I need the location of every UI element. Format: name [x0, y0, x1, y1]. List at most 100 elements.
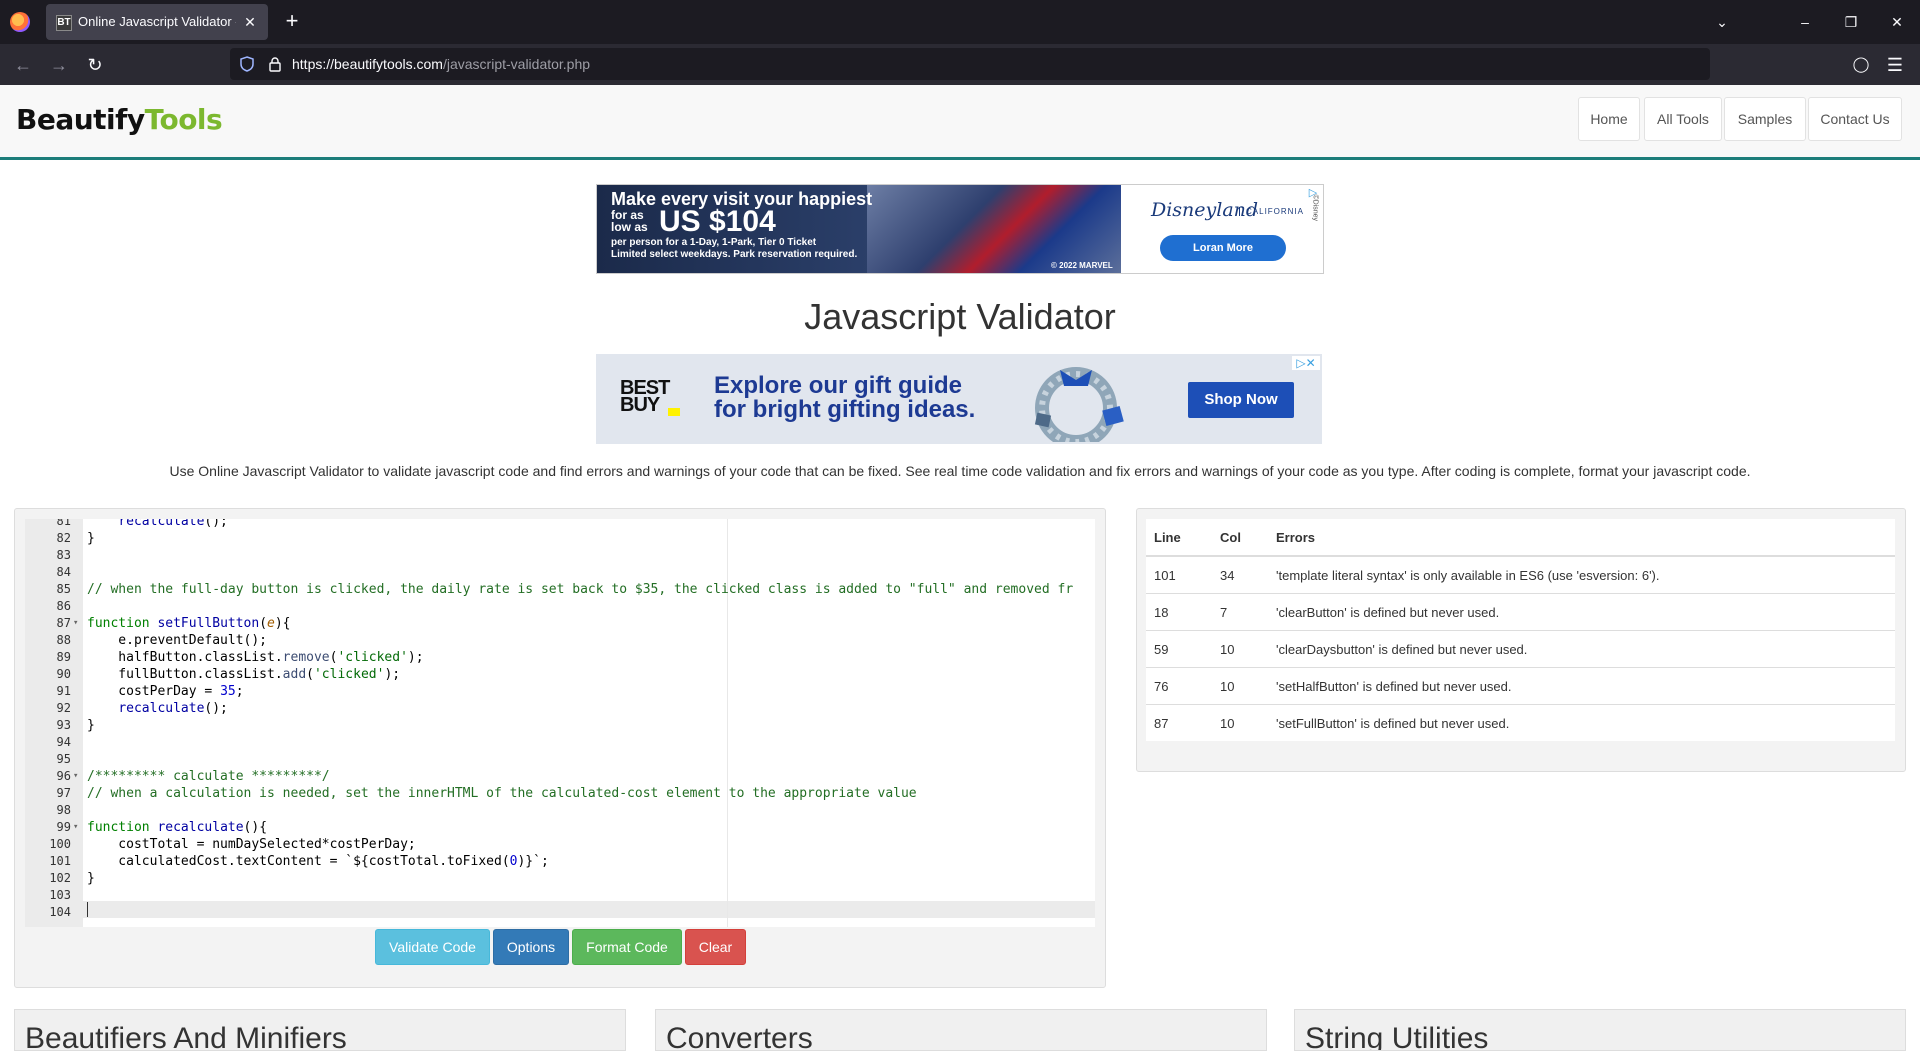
options-button[interactable]: Options	[493, 929, 569, 965]
ad-right-panel: Disneyland CALIFORNIA Loran More ©Disney	[1121, 185, 1323, 273]
code-line[interactable]: 100 costTotal = numDaySelected*costPerDa…	[25, 836, 1095, 853]
url-bar[interactable]: https://beautifytools.com/javascript-val…	[230, 48, 1710, 80]
code-line[interactable]: 88 e.preventDefault();	[25, 632, 1095, 649]
fold-toggle-icon[interactable]: ▾	[73, 819, 81, 836]
code-line[interactable]: 92 recalculate();	[25, 700, 1095, 717]
table-row[interactable]: 101 34 'template literal syntax' is only…	[1146, 555, 1895, 594]
code-line[interactable]: 85 // when the full-day button is clicked…	[25, 581, 1095, 598]
line-number: 94	[56, 735, 71, 749]
code-line[interactable]: 93}	[25, 717, 1095, 734]
lock-icon[interactable]	[268, 56, 282, 72]
close-tab-icon[interactable]: ✕	[240, 12, 260, 32]
shop-now-button[interactable]: Shop Now	[1188, 382, 1294, 418]
ad-choices-icon[interactable]: ▷	[1307, 187, 1319, 199]
disneyland-ad-banner[interactable]: Make every visit your happiest for as lo…	[596, 184, 1324, 274]
code-line[interactable]: 103	[25, 887, 1095, 904]
code-line[interactable]: 90 fullButton.classList.add('clicked');	[25, 666, 1095, 683]
error-col: 34	[1212, 555, 1268, 594]
ad-close-icon[interactable]: ▷✕	[1292, 356, 1320, 370]
site-logo[interactable]: BeautifyTools	[16, 103, 223, 136]
browser-tab[interactable]: BT Online Javascript Validator - Be ✕	[46, 4, 268, 40]
firefox-icon[interactable]	[10, 12, 30, 32]
code-line[interactable]: 94	[25, 734, 1095, 751]
line-number: 98	[56, 803, 71, 817]
new-tab-icon[interactable]: +	[280, 10, 304, 34]
format-code-button[interactable]: Format Code	[572, 929, 682, 965]
line-number: 99	[56, 820, 71, 834]
ad-region: CALIFORNIA	[1239, 207, 1304, 216]
table-row[interactable]: 18 7 'clearButton' is defined but never …	[1146, 593, 1895, 631]
favicon-icon: BT	[56, 15, 72, 31]
logo-part2: Tools	[144, 103, 223, 136]
error-line: 76	[1146, 667, 1212, 705]
table-row[interactable]: 87 10 'setFullButton' is defined but nev…	[1146, 704, 1895, 741]
card-string-utilities: String Utilities	[1294, 1009, 1906, 1051]
text-cursor	[87, 902, 88, 917]
table-row[interactable]: 76 10 'setHalfButton' is defined but nev…	[1146, 667, 1895, 705]
back-icon[interactable]: ←	[10, 52, 36, 78]
pocket-icon[interactable]: ◯	[1848, 52, 1874, 78]
code-line[interactable]: 95	[25, 751, 1095, 768]
minimize-icon[interactable]: –	[1782, 0, 1828, 44]
error-message: 'setFullButton' is defined but never use…	[1268, 704, 1895, 741]
code-line[interactable]: 83	[25, 547, 1095, 564]
line-number: 102	[49, 871, 71, 885]
close-window-icon[interactable]: ✕	[1874, 0, 1920, 44]
table-row[interactable]: 59 10 'clearDaysbutton' is defined but n…	[1146, 630, 1895, 668]
bestbuy-ad-banner[interactable]: BEST BUY Explore our gift guide for brigh…	[596, 354, 1322, 444]
line-number: 96	[56, 769, 71, 783]
code-text: halfButton.classList.remove('clicked');	[87, 650, 424, 665]
line-number: 85	[56, 582, 71, 596]
code-text: // when the full-day button is clicked, …	[87, 582, 1074, 597]
code-text: function recalculate(){	[87, 820, 268, 835]
code-line[interactable]: 96 ▾ /********* calculate *********/	[25, 768, 1095, 785]
code-line[interactable]: 84	[25, 564, 1095, 581]
fold-toggle-icon[interactable]: ▾	[73, 768, 81, 785]
code-line[interactable]: 102}	[25, 870, 1095, 887]
shield-icon[interactable]	[240, 56, 254, 72]
line-number: 82	[56, 531, 71, 545]
url-text[interactable]: https://beautifytools.com/javascript-val…	[292, 56, 590, 72]
error-message: 'clearDaysbutton' is defined but never u…	[1268, 630, 1895, 668]
code-line[interactable]: 97 // when a calculation is needed, set t…	[25, 785, 1095, 802]
code-line[interactable]: 82}	[25, 530, 1095, 547]
ad-learn-more-button[interactable]: Loran More	[1160, 235, 1286, 261]
nav-contact-us[interactable]: Contact Us	[1808, 97, 1902, 141]
code-line[interactable]: 104	[25, 904, 1095, 921]
code-line[interactable]: 98	[25, 802, 1095, 819]
fold-toggle-icon[interactable]: ▾	[73, 615, 81, 632]
line-number: 84	[56, 565, 71, 579]
nav-samples[interactable]: Samples	[1724, 97, 1806, 141]
error-col: 10	[1212, 667, 1268, 705]
error-col: 10	[1212, 704, 1268, 741]
restore-icon[interactable]: ❐	[1828, 0, 1874, 44]
code-text: costTotal = numDaySelected*costPerDay;	[87, 837, 416, 852]
code-editor[interactable]: 81 recalculate(); 82} 83 84 85 // when the fu…	[25, 519, 1095, 927]
code-line[interactable]: 86	[25, 598, 1095, 615]
card-beautifiers: Beautifiers And Minifiers	[14, 1009, 626, 1051]
col-col-header: Col	[1212, 519, 1268, 557]
reload-icon[interactable]: ↻	[82, 52, 108, 78]
line-number: 93	[56, 718, 71, 732]
card-title: Converters	[666, 1022, 813, 1051]
code-line[interactable]: 87 ▾ function setFullButton(e){	[25, 615, 1095, 632]
hamburger-menu-icon[interactable]: ☰	[1882, 52, 1908, 78]
line-number: 90	[56, 667, 71, 681]
ad-left-panel: Make every visit your happiest for as lo…	[597, 185, 1121, 273]
page-description: Use Online Javascript Validator to valid…	[169, 463, 1751, 479]
code-line[interactable]: 91 costPerDay = 35;	[25, 683, 1095, 700]
code-line[interactable]: 81 recalculate();	[25, 519, 1095, 530]
code-text: /********* calculate *********/	[87, 769, 330, 784]
nav-home[interactable]: Home	[1578, 97, 1640, 141]
code-line[interactable]: 99 ▾ function recalculate(){	[25, 819, 1095, 836]
site-header: BeautifyTools Home All Tools Samples Con…	[0, 85, 1920, 160]
nav-all-tools[interactable]: All Tools	[1644, 97, 1722, 141]
code-line[interactable]: 101 calculatedCost.textContent = `${cost…	[25, 853, 1095, 870]
code-line[interactable]: 89 halfButton.classList.remove('clicked'…	[25, 649, 1095, 666]
clear-button[interactable]: Clear	[685, 929, 746, 965]
code-text: fullButton.classList.add('clicked');	[87, 667, 401, 682]
forward-icon[interactable]: →	[46, 52, 72, 78]
chevron-down-icon[interactable]: ⌄	[1710, 10, 1734, 34]
validate-code-button[interactable]: Validate Code	[375, 929, 490, 965]
line-number: 89	[56, 650, 71, 664]
